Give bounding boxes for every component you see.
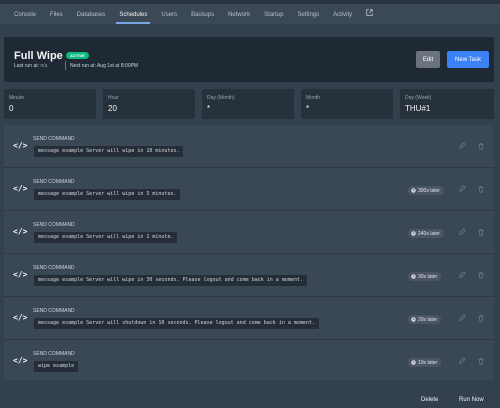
- trash-icon[interactable]: [477, 228, 485, 236]
- cron-day-month: Day (Month) *: [202, 89, 294, 119]
- nav-files[interactable]: Files: [43, 12, 70, 24]
- delay-text: 30s later: [418, 273, 438, 280]
- task-command: message example Server will wipe in 10 m…: [34, 146, 184, 157]
- last-run-value: n/a: [40, 63, 48, 69]
- task-type: SEND COMMAND: [33, 351, 75, 357]
- nav-network[interactable]: Network: [221, 12, 257, 24]
- nav-databases[interactable]: Databases: [70, 12, 113, 24]
- code-icon: </>: [13, 270, 28, 279]
- cron-day-week-label: Day (Week): [405, 95, 432, 101]
- next-run: Next run at: Aug 1st at 8:00PM: [70, 63, 139, 69]
- delay-badge: 20s later: [408, 315, 442, 324]
- trash-icon[interactable]: [477, 357, 485, 365]
- external-link-icon[interactable]: [359, 9, 380, 24]
- cron-minute-value: 0: [9, 104, 14, 113]
- task-row: </> SEND COMMAND wipe example 10s later: [4, 340, 494, 383]
- clock-icon: [411, 317, 416, 322]
- cron-minute-label: Minute: [9, 95, 25, 101]
- run-now-button[interactable]: Run Now: [459, 397, 484, 403]
- schedule-header: Full Wipe ACTIVE Last run at: n/a Next r…: [4, 37, 494, 82]
- cron-hour: Hour 20: [103, 89, 195, 119]
- pencil-icon[interactable]: [458, 314, 466, 322]
- delete-button[interactable]: Delete: [421, 397, 438, 403]
- edit-button[interactable]: Edit: [416, 51, 440, 68]
- task-command: message example Server will wipe in 30 s…: [34, 275, 307, 286]
- delay-text: 20s later: [418, 316, 438, 323]
- code-icon: </>: [13, 227, 28, 236]
- task-row: </> SEND COMMAND message example Server …: [4, 254, 494, 297]
- nav-console[interactable]: Console: [7, 12, 43, 24]
- trash-icon[interactable]: [477, 142, 485, 150]
- delay-text: 10s later: [418, 359, 438, 366]
- cron-hour-value: 20: [108, 104, 117, 113]
- cron-day-month-label: Day (Month): [207, 95, 235, 101]
- task-type: SEND COMMAND: [33, 265, 75, 271]
- delay-badge: 300s later: [408, 186, 444, 195]
- clock-icon: [411, 274, 416, 279]
- nav-users[interactable]: Users: [154, 12, 184, 24]
- pencil-icon[interactable]: [458, 271, 466, 279]
- new-task-button[interactable]: New Task: [447, 51, 489, 68]
- code-icon: </>: [13, 184, 28, 193]
- nav-schedules[interactable]: Schedules: [112, 12, 154, 24]
- delay-badge: 240s later: [408, 229, 444, 238]
- schedule-title: Full Wipe: [14, 50, 63, 62]
- trash-icon[interactable]: [477, 314, 485, 322]
- task-command: wipe example: [34, 361, 79, 372]
- delay-badge: 10s later: [408, 358, 442, 367]
- clock-icon: [411, 231, 416, 236]
- last-run-label: Last run at:: [14, 63, 40, 69]
- cron-day-week-value: THU#1: [405, 104, 431, 113]
- cron-month-label: Month: [306, 95, 320, 101]
- nav-activity[interactable]: Activity: [326, 12, 359, 24]
- cron-day-month-value: *: [207, 104, 211, 113]
- code-icon: </>: [13, 313, 28, 322]
- task-row: </> SEND COMMAND message example Server …: [4, 168, 494, 211]
- cron-month-value: *: [306, 104, 310, 113]
- clock-icon: [411, 188, 416, 193]
- task-row: </> SEND COMMAND message example Server …: [4, 297, 494, 340]
- code-icon: </>: [13, 141, 28, 150]
- last-run: Last run at: n/a: [14, 63, 47, 69]
- cron-month: Month *: [301, 89, 393, 119]
- task-type: SEND COMMAND: [33, 179, 75, 185]
- delay-text: 300s later: [418, 187, 440, 194]
- cron-minute: Minute 0: [4, 89, 96, 119]
- meta-divider: [65, 61, 66, 70]
- task-list: </> SEND COMMAND message example Server …: [4, 125, 494, 380]
- nav-startup[interactable]: Startup: [257, 12, 290, 24]
- task-type: SEND COMMAND: [33, 222, 75, 228]
- task-command: message example Server will shutdown in …: [34, 318, 319, 329]
- task-command: message example Server will wipe in 5 mi…: [34, 189, 181, 200]
- cron-day-week: Day (Week) THU#1: [400, 89, 494, 119]
- clock-icon: [411, 360, 416, 365]
- pencil-icon[interactable]: [458, 185, 466, 193]
- delay-text: 240s later: [418, 230, 440, 237]
- server-nav: Console Files Databases Schedules Users …: [0, 4, 500, 24]
- pencil-icon[interactable]: [458, 228, 466, 236]
- task-row: </> SEND COMMAND message example Server …: [4, 125, 494, 168]
- status-badge: ACTIVE: [66, 52, 89, 59]
- trash-icon[interactable]: [477, 185, 485, 193]
- trash-icon[interactable]: [477, 271, 485, 279]
- code-icon: </>: [13, 356, 28, 365]
- pencil-icon[interactable]: [458, 357, 466, 365]
- task-type: SEND COMMAND: [33, 308, 75, 314]
- cron-hour-label: Hour: [108, 95, 119, 101]
- pencil-icon[interactable]: [458, 142, 466, 150]
- nav-backups[interactable]: Backups: [184, 12, 221, 24]
- task-row: </> SEND COMMAND message example Server …: [4, 211, 494, 254]
- task-type: SEND COMMAND: [33, 136, 75, 142]
- delay-badge: 30s later: [408, 272, 442, 281]
- task-command: message example Server will wipe in 1 mi…: [34, 232, 178, 243]
- nav-settings[interactable]: Settings: [290, 12, 326, 24]
